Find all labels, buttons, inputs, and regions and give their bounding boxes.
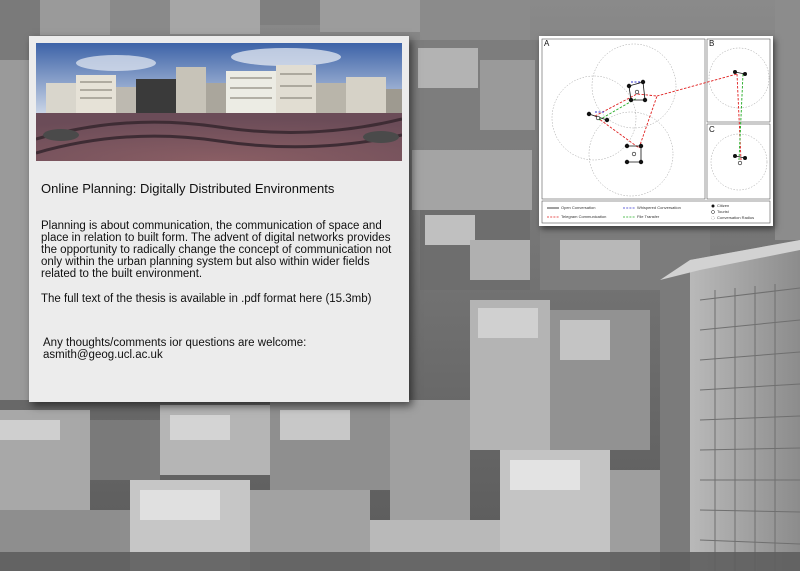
diagram-label-a: A: [544, 39, 550, 48]
content-panel: Online Planning: Digitally Distributed E…: [29, 36, 409, 402]
legend-open-conversation: Open Conversation: [561, 205, 596, 210]
intro-paragraph: Planning is about communication, the com…: [41, 220, 392, 280]
diagram-label-c: C: [709, 125, 715, 134]
page-title: Online Planning: Digitally Distributed E…: [41, 181, 335, 196]
communication-diagram: A B C Open Conversation Telegram Communi…: [539, 36, 773, 226]
legend-citizen: Citizen: [717, 203, 730, 208]
diagram-graphic: [541, 38, 771, 224]
contact-block: Any thoughts/comments ior questions are …: [43, 337, 403, 361]
panorama-photo: [36, 43, 402, 161]
legend-conversation-radius: Conversation Radius: [717, 215, 755, 220]
contact-line: Any thoughts/comments ior questions are …: [43, 337, 307, 349]
thesis-pdf-link[interactable]: The full text of the thesis is available…: [41, 293, 403, 305]
email-link[interactable]: asmith@geog.ucl.ac.uk: [43, 349, 403, 361]
diagram-label-b: B: [709, 39, 715, 48]
legend-file-transfer: File Transfer: [637, 214, 660, 219]
legend-whispered-conversation: Whispered Conversation: [637, 205, 681, 210]
legend-telegram-communication: Telegram Communication: [561, 214, 607, 219]
legend-tourist: Tourist: [717, 209, 729, 214]
